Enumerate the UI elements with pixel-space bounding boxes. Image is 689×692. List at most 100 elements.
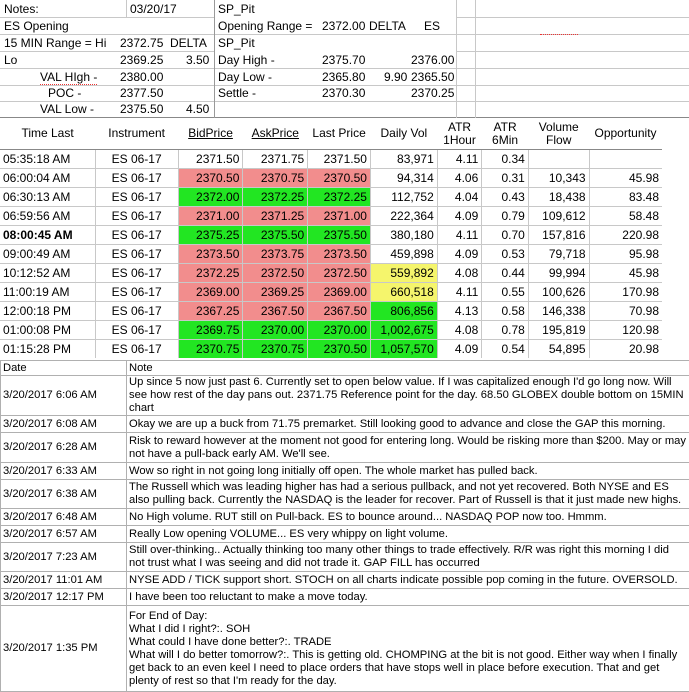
- opening-range-value: 2372.00: [322, 19, 365, 33]
- settle-label: Settle -: [218, 86, 256, 100]
- settle-value: 2370.30: [322, 86, 365, 100]
- atr6-cell: 0.70: [482, 226, 529, 245]
- ask-cell: 2371.75: [243, 150, 308, 169]
- quote-row[interactable]: 08:00:45 AMES 06-172375.252375.502375.50…: [0, 226, 662, 245]
- note-line: What I did I right?:. SOH: [129, 623, 687, 636]
- col-vol[interactable]: Daily Vol: [370, 118, 437, 150]
- atr1-cell: 4.06: [437, 169, 482, 188]
- ask-cell: 2370.75: [243, 169, 308, 188]
- time-cell: 01:00:08 PM: [0, 321, 95, 340]
- bid-cell: 2372.00: [178, 188, 243, 207]
- date-value: 03/20/17: [130, 2, 177, 16]
- ask-cell: 2367.50: [243, 302, 308, 321]
- ask-cell: 2370.00: [243, 321, 308, 340]
- col-flow[interactable]: Volume Flow: [528, 118, 589, 150]
- quote-row[interactable]: 05:35:18 AMES 06-172371.502371.752371.50…: [0, 150, 662, 169]
- quote-row[interactable]: 06:59:56 AMES 06-172371.002371.252371.00…: [0, 207, 662, 226]
- bid-cell: 2375.25: [178, 226, 243, 245]
- col-atr6[interactable]: ATR 6Min: [482, 118, 529, 150]
- note-row[interactable]: 3/20/2017 11:01 AMNYSE ADD / TICK suppor…: [1, 572, 689, 589]
- day-high-label: Day High -: [218, 53, 275, 67]
- note-date: 3/20/2017 6:38 AM: [1, 480, 127, 509]
- instrument-cell: ES 06-17: [95, 169, 178, 188]
- note-line: What will I do better tomorrow?:. This i…: [129, 649, 687, 688]
- bid-cell: 2373.50: [178, 245, 243, 264]
- quote-row[interactable]: 12:00:18 PMES 06-172367.252367.502367.50…: [0, 302, 662, 321]
- quote-table: Time Last Instrument BidPrice AskPrice L…: [0, 118, 689, 360]
- note-row[interactable]: 3/20/2017 6:33 AMWow so right in not goi…: [1, 463, 689, 480]
- range-label: 15 MIN Range = Hi: [4, 36, 106, 50]
- val-low-label: VAL Low -: [40, 102, 94, 116]
- atr6-cell: 0.78: [482, 321, 529, 340]
- instrument-cell: ES 06-17: [95, 245, 178, 264]
- col-instrument[interactable]: Instrument: [95, 118, 178, 150]
- note-row[interactable]: 3/20/2017 7:23 AMStill over-thinking.. A…: [1, 543, 689, 572]
- atr6-cell: 0.79: [482, 207, 529, 226]
- time-cell: 06:59:56 AM: [0, 207, 95, 226]
- last-cell: 2375.50: [308, 226, 371, 245]
- note-date: 3/20/2017 6:33 AM: [1, 463, 127, 480]
- instrument-cell: ES 06-17: [95, 264, 178, 283]
- daily-vol-cell: 83,971: [370, 150, 437, 169]
- time-cell: 06:30:13 AM: [0, 188, 95, 207]
- note-text: NYSE ADD / TICK support short. STOCH on …: [127, 572, 689, 589]
- instrument-cell: ES 06-17: [95, 207, 178, 226]
- quote-row[interactable]: 10:12:52 AMES 06-172372.252372.502372.50…: [0, 264, 662, 283]
- atr6-cell: 0.44: [482, 264, 529, 283]
- note-date: 3/20/2017 12:17 PM: [1, 589, 127, 606]
- val-delta: 4.50: [186, 102, 209, 116]
- last-cell: 2370.50: [308, 169, 371, 188]
- quote-row[interactable]: 01:00:08 PMES 06-172369.752370.002370.00…: [0, 321, 662, 340]
- note-row[interactable]: 3/20/2017 6:28 AMRisk to reward however …: [1, 433, 689, 463]
- note-row[interactable]: 3/20/2017 6:57 AMReally Low opening VOLU…: [1, 526, 689, 543]
- note-row[interactable]: 3/20/2017 6:08 AMOkay we are up a buck f…: [1, 416, 689, 433]
- sp-pit-label-2: SP_Pit: [218, 36, 255, 50]
- col-last[interactable]: Last Price: [308, 118, 371, 150]
- last-cell: 2370.50: [308, 340, 371, 359]
- daily-vol-cell: 94,314: [370, 169, 437, 188]
- daily-vol-cell: 222,364: [370, 207, 437, 226]
- atr1-cell: 4.08: [437, 264, 482, 283]
- note-row[interactable]: 3/20/2017 6:38 AMThe Russell which was l…: [1, 480, 689, 509]
- quote-row[interactable]: 06:00:04 AMES 06-172370.502370.752370.50…: [0, 169, 662, 188]
- volume-flow-cell: 10,343: [528, 169, 589, 188]
- day-low-delta: 9.90: [384, 70, 407, 84]
- note-row[interactable]: 3/20/2017 6:06 AMUp since 5 now just pas…: [1, 376, 689, 416]
- note-text: Still over-thinking.. Actually thinking …: [127, 543, 689, 572]
- opportunity-cell: 83.48: [589, 188, 662, 207]
- volume-flow-cell: 109,612: [528, 207, 589, 226]
- opportunity-cell: 95.98: [589, 245, 662, 264]
- quote-row[interactable]: 01:15:28 PMES 06-172370.752370.752370.50…: [0, 340, 662, 359]
- day-low-es: 2365.50: [411, 70, 454, 84]
- atr1-cell: 4.04: [437, 188, 482, 207]
- col-time[interactable]: Time Last: [0, 118, 95, 150]
- col-ask[interactable]: AskPrice: [243, 118, 308, 150]
- quote-row[interactable]: 09:00:49 AMES 06-172373.502373.752373.50…: [0, 245, 662, 264]
- note-text: No High volume. RUT still on Pull-back. …: [127, 509, 689, 526]
- volume-flow-cell: 79,718: [528, 245, 589, 264]
- note-row[interactable]: 3/20/2017 6:48 AMNo High volume. RUT sti…: [1, 509, 689, 526]
- ask-cell: 2375.50: [243, 226, 308, 245]
- atr6-cell: 0.55: [482, 283, 529, 302]
- last-cell: 2371.50: [308, 150, 371, 169]
- col-bid[interactable]: BidPrice: [178, 118, 243, 150]
- instrument-cell: ES 06-17: [95, 150, 178, 169]
- note-row[interactable]: 3/20/2017 12:17 PMI have been too reluct…: [1, 589, 689, 606]
- last-cell: 2367.50: [308, 302, 371, 321]
- time-cell: 01:15:28 PM: [0, 340, 95, 359]
- time-cell: 11:00:19 AM: [0, 283, 95, 302]
- es-opening-label: ES Opening: [4, 19, 69, 33]
- bid-cell: 2371.50: [178, 150, 243, 169]
- opportunity-cell: 170.98: [589, 283, 662, 302]
- range-lo: 2369.25: [120, 53, 163, 67]
- atr1-cell: 4.11: [437, 226, 482, 245]
- quote-row[interactable]: 11:00:19 AMES 06-172369.002369.252369.00…: [0, 283, 662, 302]
- note-date: 3/20/2017 7:23 AM: [1, 543, 127, 572]
- quote-row[interactable]: 06:30:13 AMES 06-172372.002372.252372.25…: [0, 188, 662, 207]
- quote-table-header: Time Last Instrument BidPrice AskPrice L…: [0, 118, 662, 150]
- settle-es: 2370.25: [411, 86, 454, 100]
- note-text: Wow so right in not going long initially…: [127, 463, 689, 480]
- col-atr1[interactable]: ATR 1Hour: [437, 118, 482, 150]
- bid-cell: 2369.75: [178, 321, 243, 340]
- col-opportunity[interactable]: Opportunity: [589, 118, 662, 150]
